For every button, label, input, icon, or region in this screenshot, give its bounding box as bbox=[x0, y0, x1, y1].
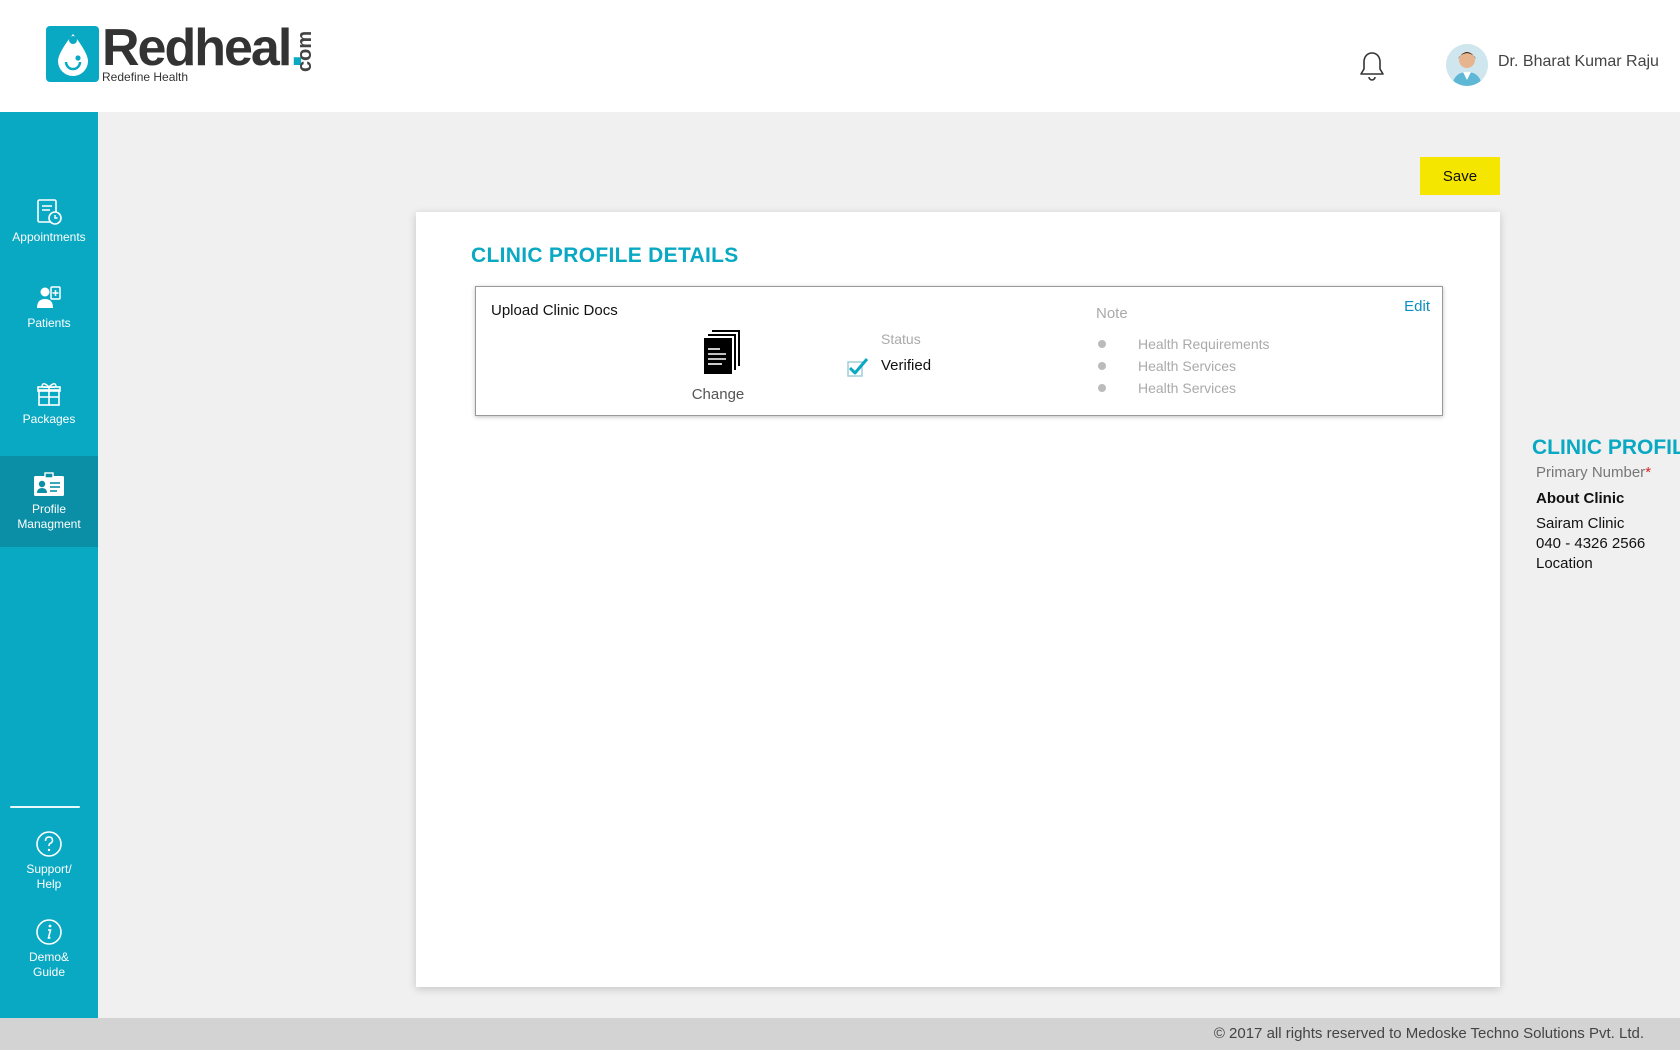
status-value: Verified bbox=[881, 357, 932, 374]
sidebar: Appointments Patients Packages Profile M… bbox=[0, 112, 98, 1018]
sidebar-item-label: Profile Managment bbox=[17, 502, 81, 531]
footer: © 2017 all rights reserved to Medoske Te… bbox=[0, 1018, 1680, 1050]
sidebar-divider bbox=[10, 806, 80, 808]
redheal-logo[interactable]: Redheal. com Redefine Health bbox=[46, 19, 316, 84]
top-header: Redheal. com Redefine Health Dr. Bharat … bbox=[0, 0, 1680, 112]
clinic-phone: 040 - 4326 2566 bbox=[1536, 535, 1646, 552]
clinic-profile-side-panel: CLINIC PROFIL Primary Number* About Clin… bbox=[1532, 436, 1680, 572]
note-label: Note bbox=[1096, 305, 1128, 322]
user-name[interactable]: Dr. Bharat Kumar Raju bbox=[1498, 53, 1659, 71]
help-icon bbox=[36, 831, 62, 857]
clinic-name: Sairam Clinic bbox=[1536, 515, 1625, 532]
sidebar-item-label: Support/ Help bbox=[26, 862, 72, 891]
about-clinic-label: About Clinic bbox=[1536, 490, 1625, 507]
primary-number-label: Primary Number* bbox=[1532, 464, 1680, 481]
status-label: Status bbox=[881, 331, 921, 347]
sidebar-item-demo-guide[interactable]: Demo& Guide bbox=[0, 918, 98, 980]
appointments-icon bbox=[37, 199, 62, 225]
sidebar-item-label: Demo& Guide bbox=[28, 950, 69, 979]
clinic-location: Location bbox=[1536, 555, 1593, 572]
page-title: CLINIC PROFILE DETAILS bbox=[471, 244, 739, 267]
list-item: Health Requirements bbox=[1096, 335, 1270, 357]
primary-number-text: Primary Number bbox=[1536, 464, 1646, 481]
footer-copyright: © 2017 all rights reserved to Medoske Te… bbox=[1213, 1025, 1644, 1042]
documents-icon[interactable] bbox=[698, 329, 742, 380]
sidebar-item-packages[interactable]: Packages bbox=[0, 380, 98, 427]
note-list: Health Requirements Health Services Heal… bbox=[1096, 335, 1270, 401]
save-button[interactable]: Save bbox=[1420, 157, 1500, 195]
sidebar-item-label: Patients bbox=[27, 316, 71, 330]
logo-wordmark: Redheal. bbox=[102, 19, 305, 77]
check-icon bbox=[847, 357, 869, 382]
sidebar-item-appointments[interactable]: Appointments bbox=[0, 198, 98, 245]
logo-com: com bbox=[294, 30, 316, 72]
packages-icon bbox=[37, 383, 61, 406]
profile-icon bbox=[34, 472, 64, 496]
upload-clinic-docs-panel: Upload Clinic Docs Edit Change Status Ve… bbox=[475, 286, 1443, 416]
avatar[interactable] bbox=[1446, 44, 1488, 86]
clinic-profile-card: CLINIC PROFILE DETAILS Upload Clinic Doc… bbox=[416, 212, 1500, 987]
sidebar-item-label: Appointments bbox=[12, 230, 86, 244]
sidebar-item-label: Packages bbox=[22, 412, 76, 426]
list-item: Health Services bbox=[1096, 379, 1270, 401]
edit-link[interactable]: Edit bbox=[1404, 298, 1430, 315]
side-panel-title: CLINIC PROFIL bbox=[1532, 436, 1680, 459]
change-docs-button[interactable]: Change bbox=[676, 386, 760, 403]
required-mark: * bbox=[1645, 464, 1652, 481]
info-icon bbox=[36, 919, 62, 945]
patients-icon bbox=[37, 286, 61, 308]
sidebar-item-support-help[interactable]: Support/ Help bbox=[0, 830, 98, 892]
logo-drop-icon bbox=[46, 26, 99, 82]
sidebar-item-patients[interactable]: Patients bbox=[0, 284, 98, 331]
logo-tagline: Redefine Health bbox=[102, 70, 189, 84]
list-item: Health Services bbox=[1096, 357, 1270, 379]
sidebar-item-profile-managment[interactable]: Profile Managment bbox=[0, 456, 98, 547]
upload-docs-heading: Upload Clinic Docs bbox=[491, 302, 618, 319]
bell-icon[interactable] bbox=[1358, 50, 1386, 82]
